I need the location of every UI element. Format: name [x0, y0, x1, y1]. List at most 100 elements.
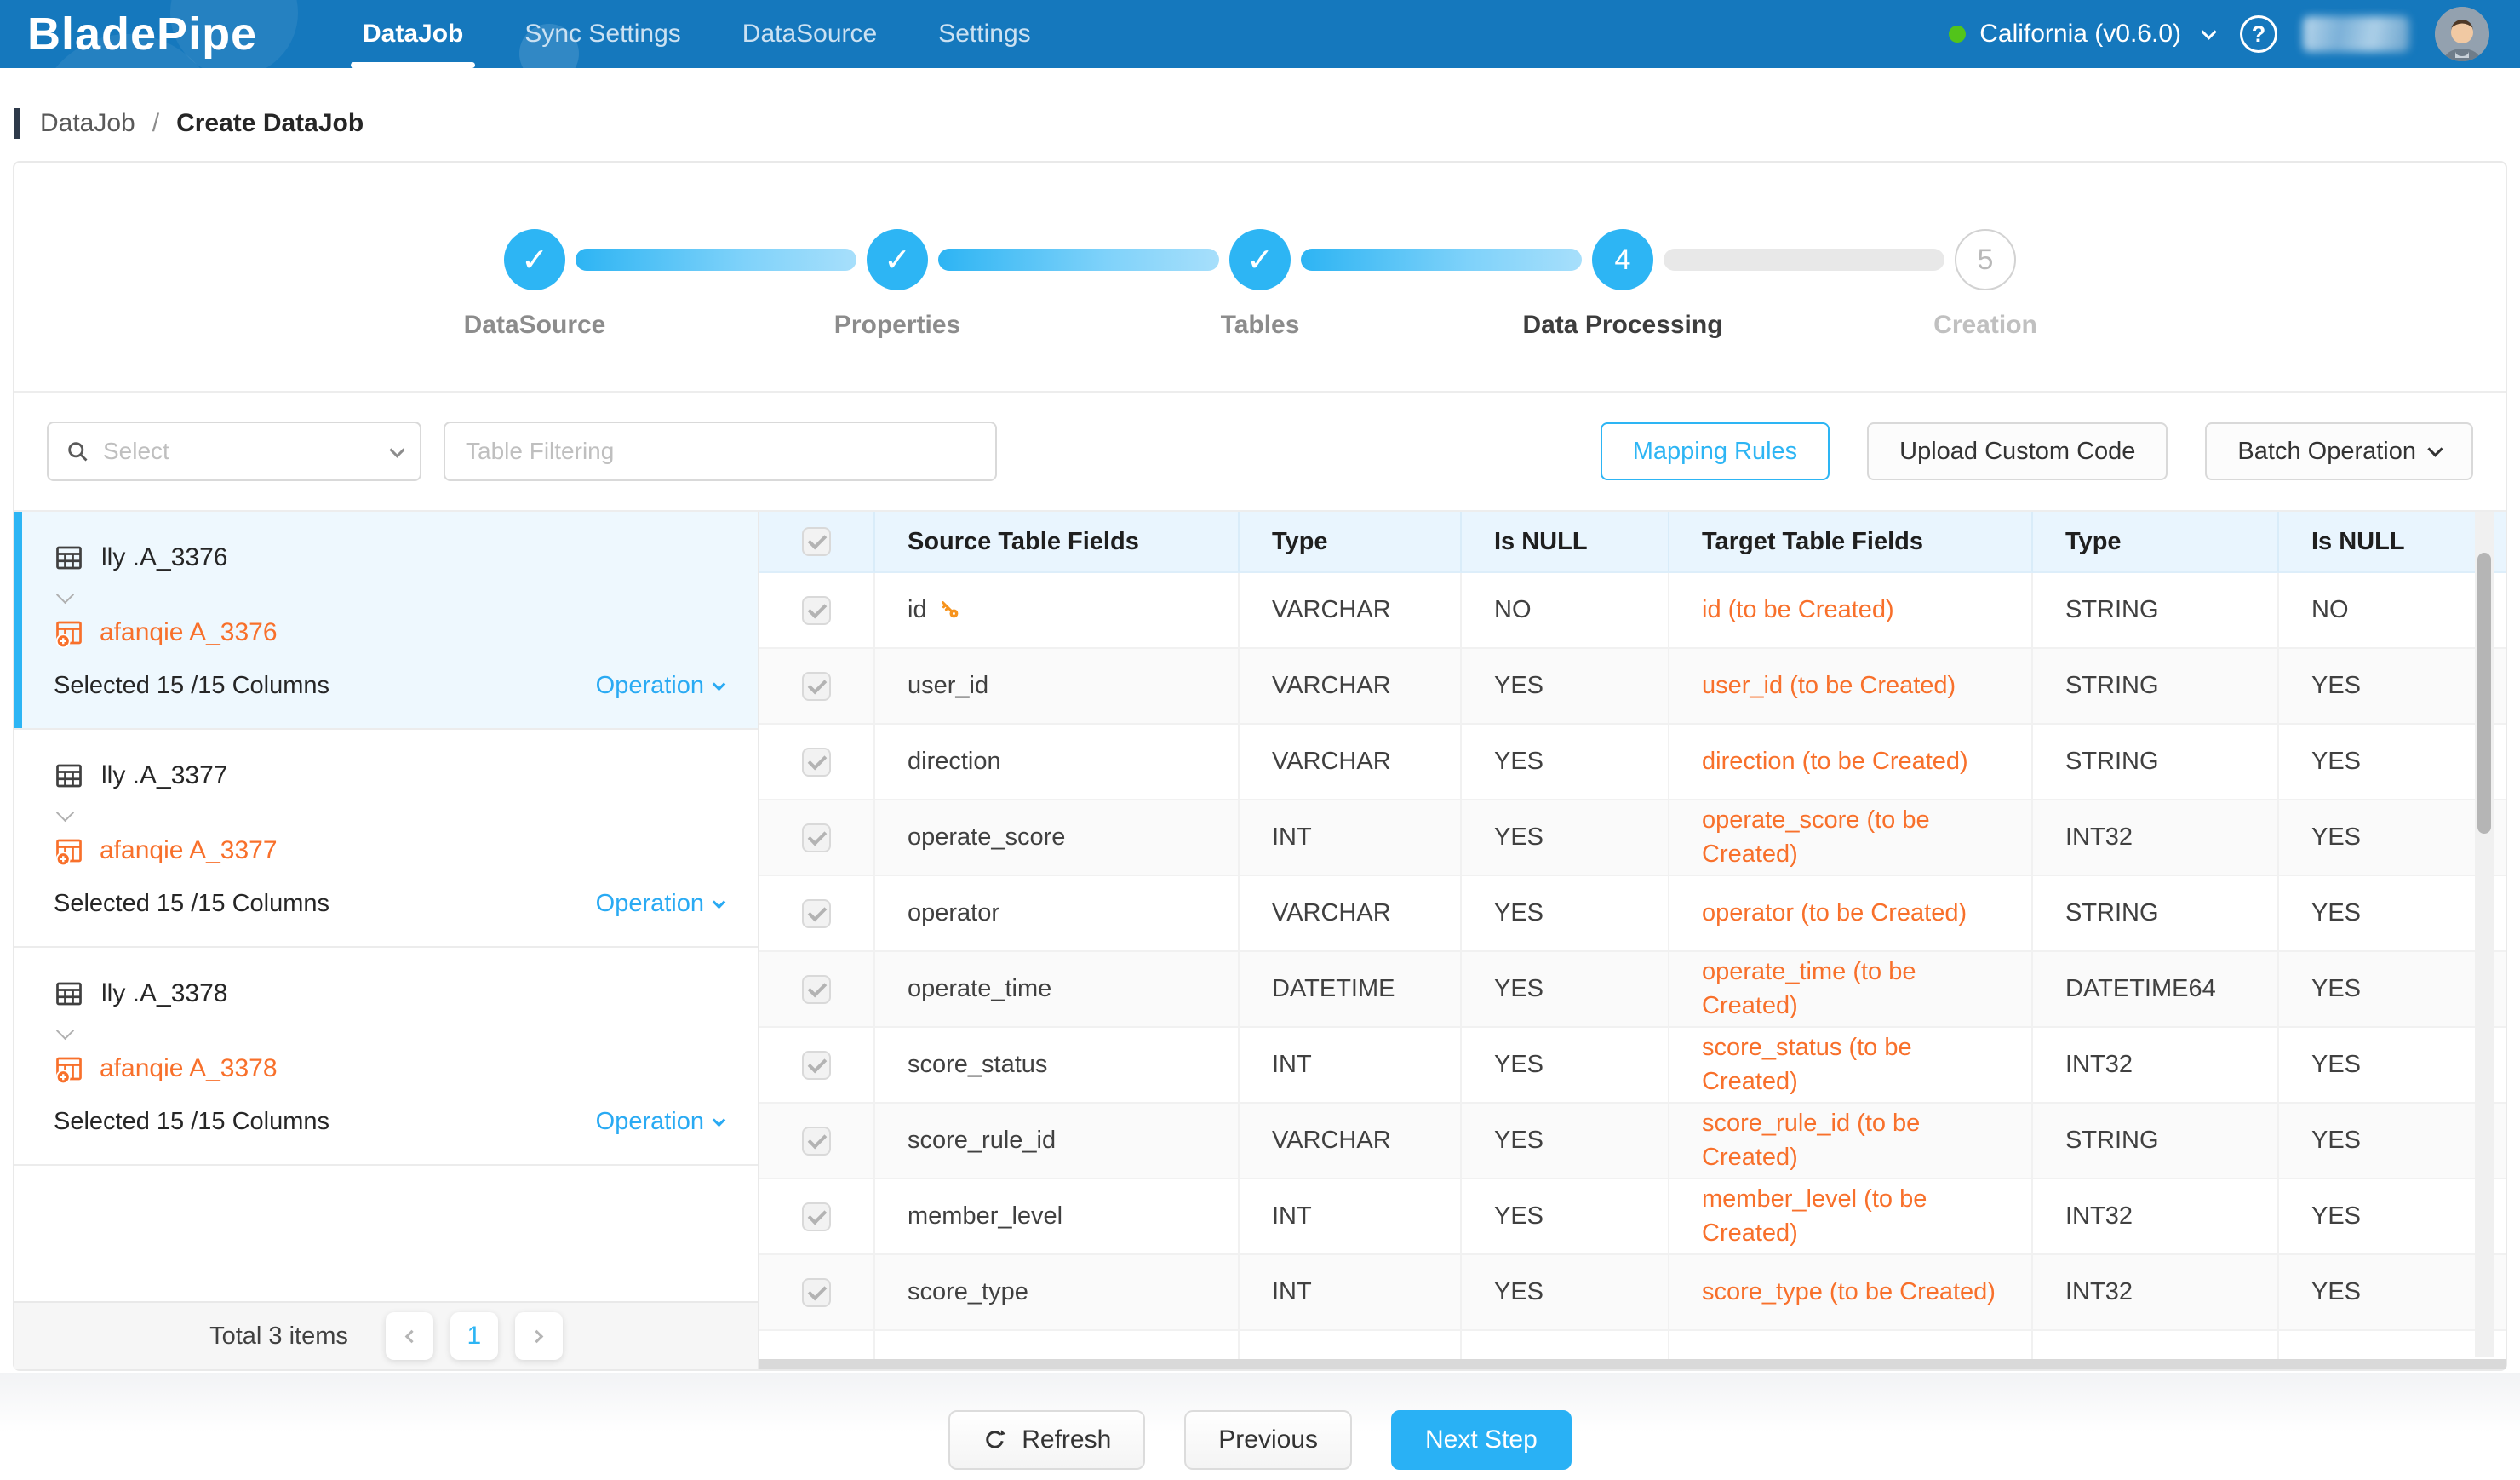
target-field-is-null: YES: [2279, 725, 2506, 800]
field-mapping-table: Source Table Fields Type Is NULL Target …: [759, 512, 2506, 1369]
target-field-name: member_level (to be Created): [1670, 1179, 2033, 1255]
target-field-type: DATETIME64: [2033, 952, 2279, 1028]
table-filtering-input[interactable]: [444, 422, 997, 481]
batch-operation-label: Batch Operation: [2237, 438, 2416, 466]
row-checkbox[interactable]: [802, 596, 831, 625]
step-circle: ✓: [867, 229, 928, 290]
operation-label: Operation: [596, 1108, 704, 1136]
target-table-create-icon: [54, 617, 84, 648]
table-pair-card[interactable]: lly .A_3376 afanqie A_3376 Selected 15 /…: [14, 512, 758, 730]
row-checkbox[interactable]: [802, 1051, 831, 1080]
target-field-type: INT32: [2033, 1255, 2279, 1331]
source-field-name: score_rule_id: [908, 1127, 1056, 1155]
row-checkbox[interactable]: [802, 672, 831, 701]
vertical-scrollbar-thumb[interactable]: [2477, 553, 2491, 834]
wizard-step: ✓ Tables: [1229, 229, 1291, 290]
horizontal-scrollbar[interactable]: [759, 1359, 2506, 1369]
source-field-is-null: YES: [1462, 1028, 1670, 1104]
target-field-type: STRING: [2033, 573, 2279, 649]
nav-item[interactable]: DataSource: [712, 0, 908, 68]
primary-key-icon: [939, 599, 962, 622]
step-label: Data Processing: [1522, 311, 1722, 340]
mapping-table-row: score_rule_id VARCHAR YES score_rule_id …: [759, 1104, 2506, 1179]
source-field-name: operate_score: [908, 823, 1065, 852]
column-header-is-null: Is NULL: [1462, 512, 1670, 573]
row-checkbox[interactable]: [802, 975, 831, 1004]
step-circle: 4: [1592, 229, 1653, 290]
row-checkbox[interactable]: [802, 748, 831, 777]
target-table-create-icon: [54, 835, 84, 866]
column-header-target-fields: Target Table Fields: [1670, 512, 2033, 573]
mapping-table-row: id VARCHAR NO id (to be Created) STRING …: [759, 573, 2506, 649]
table-pair-card[interactable]: lly .A_3378 afanqie A_3378 Selected 15 /…: [14, 948, 758, 1166]
row-checkbox[interactable]: [802, 823, 831, 852]
chevron-down-icon: [2427, 441, 2443, 456]
row-checkbox[interactable]: [802, 1278, 831, 1307]
table-row-partial: [759, 1331, 2506, 1362]
next-step-button[interactable]: Next Step: [1391, 1410, 1572, 1470]
operation-link[interactable]: Operation: [596, 672, 724, 700]
source-field-is-null: NO: [1462, 573, 1670, 649]
row-checkbox[interactable]: [802, 1127, 831, 1156]
pagination-next-button[interactable]: [515, 1312, 563, 1360]
target-field-is-null: YES: [2279, 649, 2506, 725]
target-field-name: score_status (to be Created): [1670, 1028, 2033, 1104]
source-table-icon: [54, 542, 84, 573]
breadcrumb-parent[interactable]: DataJob: [40, 109, 135, 138]
nav-item[interactable]: Sync Settings: [494, 0, 711, 68]
select-all-checkbox[interactable]: [802, 527, 831, 556]
target-field-is-null: YES: [2279, 800, 2506, 876]
target-field-is-null: YES: [2279, 1104, 2506, 1179]
expand-chevron-icon[interactable]: [56, 586, 74, 604]
table-select-dropdown[interactable]: Select: [47, 422, 421, 481]
step-label: DataSource: [464, 311, 606, 340]
wizard-step: 5 Creation: [1955, 229, 2016, 290]
mapping-table-header: Source Table Fields Type Is NULL Target …: [759, 512, 2506, 573]
next-step-label: Next Step: [1425, 1426, 1538, 1454]
nav-item[interactable]: Settings: [908, 0, 1061, 68]
user-name-blurred: [2303, 16, 2409, 52]
row-checkbox[interactable]: [802, 899, 831, 928]
source-field-is-null: YES: [1462, 800, 1670, 876]
target-table-name: afanqie A_3378: [100, 1054, 278, 1083]
mapping-rules-button[interactable]: Mapping Rules: [1601, 422, 1830, 480]
mapping-rules-label: Mapping Rules: [1633, 438, 1797, 466]
operation-link[interactable]: Operation: [596, 1108, 724, 1136]
selected-columns-label: Selected 15 /15 Columns: [54, 1108, 329, 1136]
environment-selector[interactable]: California (v0.6.0): [1949, 20, 2214, 49]
target-field-is-null: YES: [2279, 1028, 2506, 1104]
target-field-type: INT32: [2033, 1028, 2279, 1104]
page-title: Create DataJob: [176, 109, 364, 138]
pagination-page-1[interactable]: 1: [450, 1312, 498, 1360]
row-checkbox[interactable]: [802, 1202, 831, 1231]
nav-menu: DataJob Sync Settings DataSource Setting…: [332, 0, 1062, 68]
previous-button[interactable]: Previous: [1184, 1410, 1352, 1470]
mapping-table-row: score_type INT YES score_type (to be Cre…: [759, 1255, 2506, 1331]
target-field-type: STRING: [2033, 876, 2279, 952]
pagination-prev-button[interactable]: [386, 1312, 433, 1360]
target-field-name: operate_time (to be Created): [1670, 952, 2033, 1028]
expand-chevron-icon[interactable]: [56, 1022, 74, 1040]
upload-custom-code-label: Upload Custom Code: [1899, 438, 2135, 466]
target-field-is-null: YES: [2279, 1179, 2506, 1255]
source-table-name: lly .A_3378: [101, 979, 227, 1008]
target-field-type: INT32: [2033, 1179, 2279, 1255]
nav-item[interactable]: DataJob: [332, 0, 494, 68]
upload-custom-code-button[interactable]: Upload Custom Code: [1867, 422, 2168, 480]
refresh-button[interactable]: Refresh: [948, 1410, 1145, 1470]
help-icon[interactable]: ?: [2240, 15, 2277, 53]
nav-item-label: DataJob: [363, 20, 463, 49]
target-table-create-icon: [54, 1053, 84, 1084]
target-field-name: direction (to be Created): [1670, 725, 2033, 800]
step-label: Properties: [834, 311, 960, 340]
step-connector: [938, 249, 1219, 271]
operation-link[interactable]: Operation: [596, 890, 724, 918]
chevron-down-icon: [713, 678, 726, 691]
avatar[interactable]: [2435, 7, 2489, 61]
source-table-name: lly .A_3376: [101, 543, 227, 572]
total-items-label: Total 3 items: [209, 1322, 348, 1351]
expand-chevron-icon[interactable]: [56, 804, 74, 822]
batch-operation-button[interactable]: Batch Operation: [2205, 422, 2473, 480]
chevron-down-icon: [2201, 24, 2216, 39]
table-pair-card[interactable]: lly .A_3377 afanqie A_3377 Selected 15 /…: [14, 730, 758, 948]
